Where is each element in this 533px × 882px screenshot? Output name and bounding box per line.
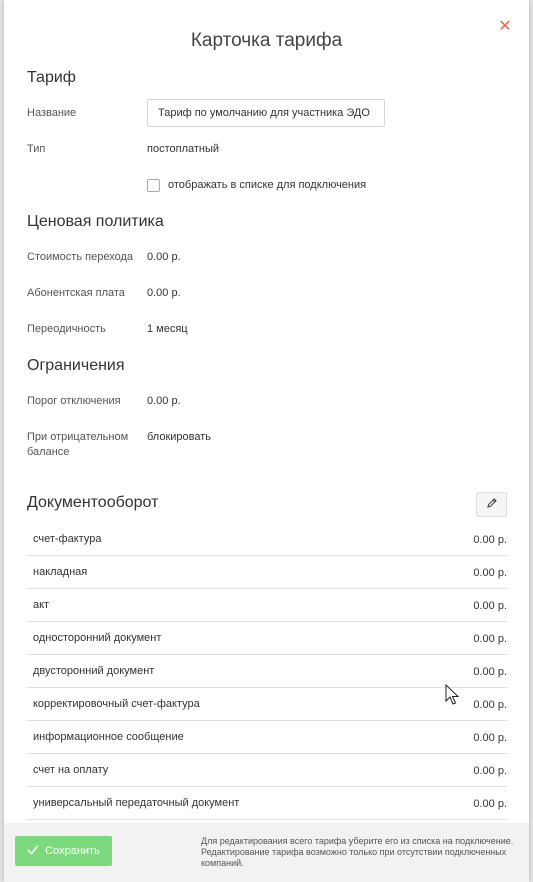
doc-price: 0.00 р. (473, 534, 507, 546)
footer-note: Для редактирования всего тарифа уберите … (201, 836, 514, 868)
doc-name: двусторонний документ (33, 665, 155, 677)
table-row: счет-фактура 0.00 р. (27, 523, 507, 556)
doc-price: 0.00 р. (473, 765, 507, 777)
table-row: универсальный передаточный документ 0.00 … (27, 787, 507, 820)
mouse-cursor-icon (445, 683, 460, 711)
doc-name: накладная (33, 566, 88, 578)
subscription-fee-label: Абонентская плата (27, 287, 125, 299)
table-row: односторонний документ 0.00 р. (27, 622, 507, 655)
doc-name: акт (33, 599, 50, 611)
doc-price: 0.00 р. (473, 699, 507, 711)
table-row: акт 0.00 р. (27, 589, 507, 622)
doc-price: 0.00 р. (473, 567, 507, 579)
period-label: Переодичность (27, 323, 106, 335)
period-value: 1 месяц (147, 323, 188, 335)
negative-balance-label: При отрицательном балансе (27, 431, 129, 458)
doc-price: 0.00 р. (473, 798, 507, 810)
negative-balance-value: блокировать (147, 431, 212, 443)
table-row: накладная 0.00 р. (27, 556, 507, 589)
show-in-list-label[interactable]: отображать в списке для подключения (168, 179, 366, 191)
edit-docs-button[interactable] (476, 492, 507, 517)
tariff-card-modal: Карточка тарифа ✕ Тариф Название Тип пос… (4, 0, 529, 882)
doc-price: 0.00 р. (473, 732, 507, 744)
doc-name: счет-фактура (33, 533, 102, 545)
modal-footer: Сохранить Для редактирования всего тариф… (4, 823, 529, 882)
doc-name: универсальный передаточный документ (33, 797, 240, 809)
type-value: постоплатный (147, 143, 220, 155)
threshold-label: Порог отключения (27, 395, 121, 407)
table-row: информационное сообщение 0.00 р. (27, 721, 507, 754)
doc-name: информационное сообщение (33, 731, 184, 743)
name-label: Название (27, 107, 77, 119)
table-row: двусторонний документ 0.00 р. (27, 655, 507, 688)
close-icon[interactable]: ✕ (498, 19, 512, 35)
save-button-label: Сохранить (45, 845, 100, 857)
doc-price: 0.00 р. (473, 633, 507, 645)
name-input[interactable] (147, 99, 385, 127)
section-heading-pricing: Ценовая политика (27, 213, 164, 230)
docs-table: счет-фактура 0.00 р. накладная 0.00 р. акт… (27, 523, 507, 820)
subscription-fee-value: 0.00 р. (147, 287, 181, 299)
doc-name: корректировочный счет-фактура (33, 698, 200, 710)
check-icon (27, 844, 39, 858)
transition-cost-value: 0.00 р. (147, 251, 181, 263)
table-row: счет на оплату 0.00 р. (27, 754, 507, 787)
transition-cost-label: Стоимость перехода (27, 251, 133, 263)
doc-price: 0.00 р. (473, 666, 507, 678)
show-in-list-checkbox[interactable] (147, 179, 160, 192)
save-button[interactable]: Сохранить (15, 836, 112, 866)
doc-price: 0.00 р. (473, 600, 507, 612)
section-heading-tariff: Тариф (27, 69, 76, 86)
doc-name: односторонний документ (33, 632, 162, 644)
table-row: корректировочный счет-фактура 0.00 р. (27, 688, 507, 721)
pencil-icon (486, 496, 498, 514)
doc-name: счет на оплату (33, 764, 109, 776)
type-label: Тип (27, 143, 46, 155)
modal-title: Карточка тарифа (190, 30, 343, 51)
section-heading-docs: Документооборот (27, 494, 159, 511)
section-heading-limits: Ограничения (27, 357, 125, 374)
threshold-value: 0.00 р. (147, 395, 181, 407)
